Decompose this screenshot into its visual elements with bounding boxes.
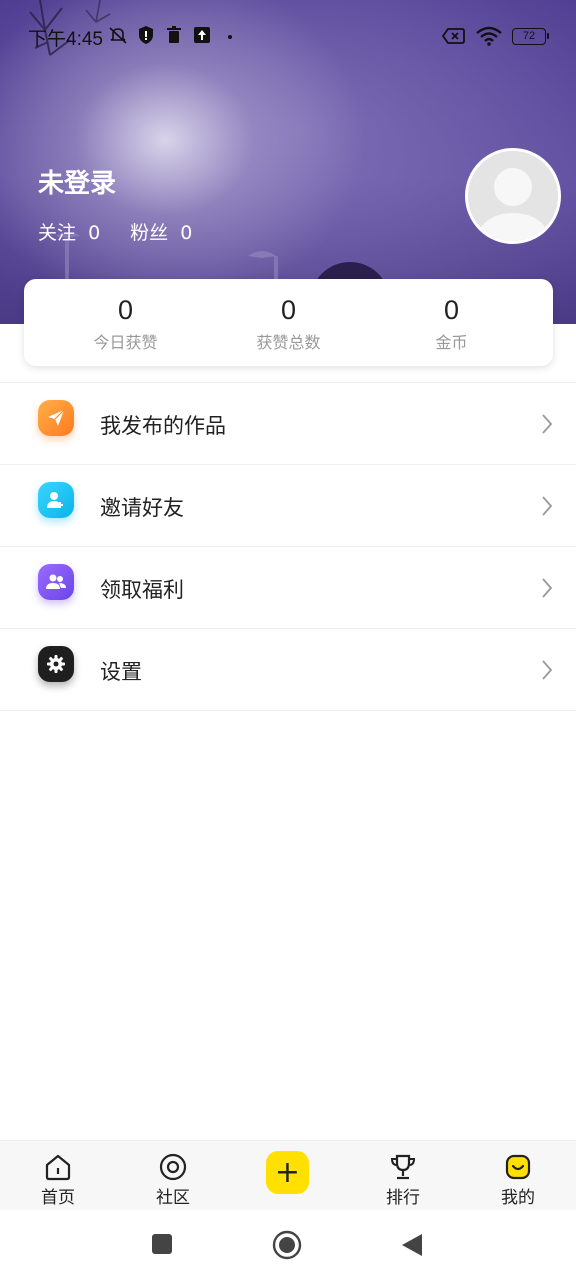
fans-label: 粉丝: [130, 222, 169, 244]
stat-value: 0: [280, 295, 297, 325]
wifi-icon: [476, 26, 502, 46]
menu-item-invite-friends[interactable]: 邀请好友: [0, 465, 576, 547]
avatar[interactable]: [465, 148, 561, 244]
tab-home[interactable]: 首页: [18, 1153, 98, 1208]
tab-ranking[interactable]: 排行: [363, 1153, 443, 1208]
stat-value: 0: [117, 295, 134, 325]
tab-label: 排行: [386, 1188, 420, 1208]
send-icon: [38, 400, 74, 436]
gear-icon: [38, 646, 74, 682]
follow-count: 0: [88, 222, 101, 244]
upload-icon: [194, 27, 210, 43]
menu-label: 领取福利: [100, 578, 184, 602]
status-bar: 下午4:45 72: [0, 20, 576, 54]
community-icon: [159, 1153, 187, 1181]
menu-item-my-works[interactable]: 我发布的作品: [0, 383, 576, 465]
follow-stats-row: 关注 0 粉丝 0: [38, 218, 192, 245]
dot-icon: [228, 35, 232, 39]
chevron-right-icon: [542, 578, 553, 598]
sim-disabled-icon: [442, 28, 465, 44]
home-circle-icon[interactable]: [272, 1230, 302, 1260]
tab-community[interactable]: 社区: [133, 1153, 213, 1208]
trash-icon: [167, 26, 181, 43]
stats-card: 0 今日获赞 0 获赞总数 0 金币: [24, 279, 553, 366]
stat-value: 0: [443, 295, 460, 325]
stat-label: 金币: [435, 333, 468, 352]
default-avatar-icon: [468, 151, 558, 241]
fans-count: 0: [180, 222, 193, 244]
status-icons-left: [108, 25, 240, 45]
chevron-right-icon: [542, 414, 553, 434]
follow-stat[interactable]: 关注 0: [38, 218, 100, 245]
menu-label: 设置: [100, 660, 142, 684]
battery-indicator: 72: [512, 27, 549, 45]
menu-item-claim-benefits[interactable]: 领取福利: [0, 547, 576, 629]
tab-label: 首页: [41, 1188, 75, 1208]
menu-label: 我发布的作品: [100, 414, 226, 438]
tab-label: 社区: [156, 1188, 190, 1208]
fans-stat[interactable]: 粉丝 0: [130, 218, 192, 245]
recents-square-icon[interactable]: [150, 1232, 174, 1256]
username-label[interactable]: 未登录: [38, 163, 116, 200]
home-icon: [45, 1154, 71, 1181]
back-triangle-icon[interactable]: [400, 1232, 424, 1258]
bottom-tab-bar: 首页 社区 + 排行 我的: [0, 1140, 576, 1210]
trophy-icon: [390, 1154, 416, 1180]
chevron-right-icon: [542, 496, 553, 516]
stat-coins[interactable]: 0 金币: [380, 279, 523, 366]
users-icon: [38, 564, 74, 600]
smile-icon: [505, 1154, 531, 1180]
stat-label: 获赞总数: [256, 333, 321, 352]
status-icons-right: 72: [442, 26, 549, 46]
status-time: 下午4:45: [28, 29, 103, 50]
plus-icon: +: [274, 1154, 301, 1190]
stat-total-likes[interactable]: 0 获赞总数: [217, 279, 360, 366]
chevron-right-icon: [542, 660, 553, 680]
stat-today-likes[interactable]: 0 今日获赞: [54, 279, 197, 366]
menu-label: 邀请好友: [100, 496, 184, 520]
add-post-button[interactable]: +: [266, 1151, 309, 1194]
stat-label: 今日获赞: [93, 333, 158, 352]
tab-mine[interactable]: 我的: [478, 1153, 558, 1208]
menu-list: 我发布的作品 邀请好友 领取福利 设置: [0, 382, 576, 711]
invite-user-icon: [38, 482, 74, 518]
system-nav-bar: [0, 1210, 576, 1280]
shield-icon: [139, 26, 153, 44]
follow-label: 关注: [38, 222, 77, 244]
menu-item-settings[interactable]: 设置: [0, 629, 576, 711]
bell-muted-icon: [109, 27, 127, 44]
tab-label: 我的: [501, 1188, 535, 1208]
